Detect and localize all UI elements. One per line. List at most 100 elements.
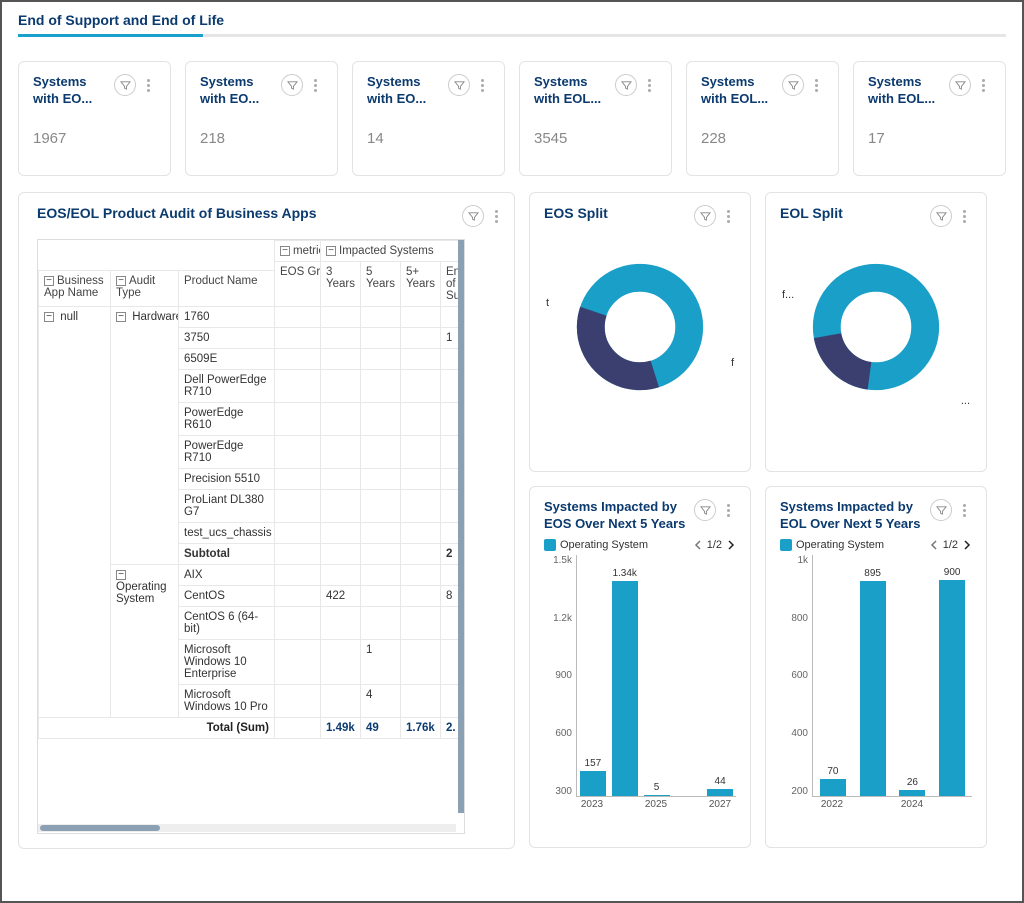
x-tick (608, 799, 640, 815)
x-tick: 2022 (812, 799, 852, 815)
donut-label: ... (961, 395, 970, 407)
bar-label: 157 (585, 758, 602, 769)
more-icon[interactable] (720, 499, 736, 521)
filter-icon[interactable] (930, 499, 952, 521)
more-icon[interactable] (956, 205, 972, 227)
more-icon[interactable] (474, 74, 490, 96)
bar[interactable] (939, 580, 965, 796)
bar[interactable] (899, 790, 925, 796)
kpi-value: 14 (367, 130, 490, 147)
bar-label: 5 (654, 782, 660, 793)
chevron-right-icon[interactable] (726, 540, 736, 550)
collapse-icon[interactable]: − (44, 276, 54, 286)
more-icon[interactable] (307, 74, 323, 96)
collapse-icon[interactable]: − (116, 276, 126, 286)
collapse-icon[interactable]: − (116, 312, 126, 322)
page-title: End of Support and End of Life (18, 12, 1006, 28)
x-tick (672, 799, 704, 815)
scrollbar-horizontal[interactable] (40, 825, 160, 831)
filter-icon[interactable] (462, 205, 484, 227)
filter-icon[interactable] (930, 205, 952, 227)
kpi-title: Systems with EOL... (701, 74, 782, 108)
bar[interactable] (580, 771, 606, 796)
kpi-title: Systems with EOL... (868, 74, 949, 108)
filter-icon[interactable] (448, 74, 470, 96)
bar[interactable] (860, 581, 886, 796)
filter-icon[interactable] (782, 74, 804, 96)
more-icon[interactable] (140, 74, 156, 96)
pager-text: 1/2 (707, 539, 722, 551)
kpi-value: 3545 (534, 130, 657, 147)
legend-item: Operating System (544, 539, 648, 551)
legend-swatch (544, 539, 556, 551)
eol-bar-card: Systems Impacted by EOL Over Next 5 Year… (765, 486, 987, 848)
eol-split-card: EOL Split f... ... (765, 192, 987, 472)
kpi-card: Systems with EO... 218 (185, 61, 338, 176)
bar[interactable] (820, 779, 846, 796)
filter-icon[interactable] (694, 205, 716, 227)
kpi-value: 228 (701, 130, 824, 147)
kpi-title: Systems with EOL... (534, 74, 615, 108)
x-tick: 2025 (640, 799, 672, 815)
more-icon[interactable] (720, 205, 736, 227)
table-total-row: Total (Sum)1.49k491.76k2. (39, 718, 466, 739)
donut-label: f (731, 357, 734, 369)
bar-label: 900 (944, 567, 961, 578)
kpi-value: 218 (200, 130, 323, 147)
header: End of Support and End of Life (2, 2, 1022, 45)
kpi-title: Systems with EO... (200, 74, 281, 108)
donut-chart (575, 262, 705, 392)
x-tick: 2023 (576, 799, 608, 815)
audit-table[interactable]: −metric −Impacted Systems EOS Groups 3 Y… (37, 239, 465, 834)
eol-split-title: EOL Split (780, 205, 843, 221)
chevron-right-icon[interactable] (962, 540, 972, 550)
chevron-left-icon[interactable] (929, 540, 939, 550)
more-icon[interactable] (975, 74, 991, 96)
eos-split-title: EOS Split (544, 205, 608, 221)
x-tick: 2027 (704, 799, 736, 815)
kpi-value: 1967 (33, 130, 156, 147)
legend-item: Operating System (780, 539, 884, 551)
bar[interactable] (707, 789, 733, 796)
eos-bar-card: Systems Impacted by EOS Over Next 5 Year… (529, 486, 751, 848)
bar[interactable] (612, 581, 638, 795)
kpi-card: Systems with EO... 1967 (18, 61, 171, 176)
scrollbar-vertical[interactable] (458, 240, 464, 813)
bar-chart: 1k800600400200 7089526900 20222024 (780, 555, 972, 815)
chevron-left-icon[interactable] (693, 540, 703, 550)
eos-split-card: EOS Split t f (529, 192, 751, 472)
pager-text: 1/2 (943, 539, 958, 551)
more-icon[interactable] (956, 499, 972, 521)
kpi-row: Systems with EO... 1967 Systems with EO.… (18, 61, 1006, 176)
kpi-card: Systems with EOL... 17 (853, 61, 1006, 176)
donut-label: t (546, 297, 549, 309)
more-icon[interactable] (641, 74, 657, 96)
x-tick (932, 799, 972, 815)
bar-label: 70 (827, 766, 838, 777)
filter-icon[interactable] (114, 74, 136, 96)
audit-title: EOS/EOL Product Audit of Business Apps (37, 205, 317, 221)
x-tick (852, 799, 892, 815)
tab-indicator (18, 34, 1006, 37)
bar-label: 26 (907, 777, 918, 788)
filter-icon[interactable] (694, 499, 716, 521)
collapse-icon[interactable]: − (326, 246, 336, 256)
collapse-icon[interactable]: − (116, 570, 126, 580)
more-icon[interactable] (488, 205, 504, 227)
bar-label: 895 (864, 568, 881, 579)
kpi-title: Systems with EO... (33, 74, 114, 108)
filter-icon[interactable] (281, 74, 303, 96)
more-icon[interactable] (808, 74, 824, 96)
kpi-card: Systems with EOL... 3545 (519, 61, 672, 176)
filter-icon[interactable] (949, 74, 971, 96)
eol-bar-title: Systems Impacted by EOL Over Next 5 Year… (780, 499, 930, 533)
kpi-card: Systems with EO... 14 (352, 61, 505, 176)
collapse-icon[interactable]: − (44, 312, 54, 322)
filter-icon[interactable] (615, 74, 637, 96)
eos-bar-title: Systems Impacted by EOS Over Next 5 Year… (544, 499, 694, 533)
table-row[interactable]: − null− Hardware1760 (39, 307, 466, 328)
x-tick: 2024 (892, 799, 932, 815)
collapse-icon[interactable]: − (280, 246, 290, 256)
donut-label: f... (782, 289, 794, 301)
bar[interactable] (644, 795, 670, 796)
